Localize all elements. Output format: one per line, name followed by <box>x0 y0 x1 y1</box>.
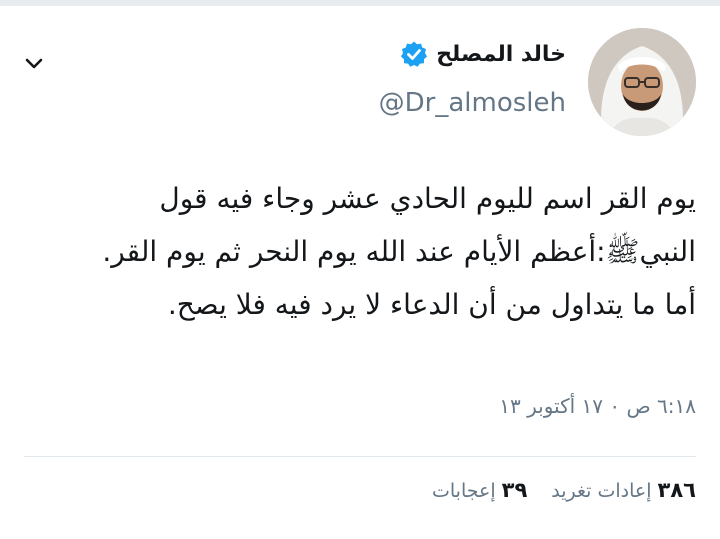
retweets-stat[interactable]: ٣٨٦ إعادات تغريد <box>551 478 696 502</box>
avatar[interactable] <box>588 28 696 136</box>
likes-stat[interactable]: ٣٩ إعجابات <box>432 478 527 502</box>
tweet-timestamp[interactable]: ٦:١٨ ص ٠ ١٧ أكتوبر ١٣ <box>499 394 696 418</box>
chevron-down-icon <box>25 58 43 69</box>
likes-count: ٣٩ <box>501 478 528 502</box>
retweets-count: ٣٨٦ <box>657 478 696 502</box>
tweet-paragraph: أما ما يتداول من أن الدعاء لا يرد فيه فل… <box>167 288 696 321</box>
tweet-text: يوم القر اسم لليوم الحادي عشر وجاء فيه ق… <box>76 172 696 331</box>
likes-label: إعجابات <box>431 480 496 502</box>
tweet-menu-button[interactable] <box>18 48 50 80</box>
verified-badge-icon <box>401 41 428 67</box>
tweet-paragraph: يوم القر اسم لليوم الحادي عشر وجاء فيه ق… <box>102 182 696 268</box>
author-handle[interactable]: @Dr_almosleh <box>379 88 566 118</box>
author-name-row[interactable]: خالد المصلح <box>400 40 566 68</box>
author-display-name[interactable]: خالد المصلح <box>436 42 566 67</box>
tweet-card: خالد المصلح @Dr_almosleh يوم القر اسم لل… <box>0 6 720 539</box>
tweet-stats: ٣٨٦ إعادات تغريد ٣٩ إعجابات <box>432 478 696 502</box>
avatar-image <box>588 28 696 136</box>
retweets-label: إعادات تغريد <box>551 480 652 502</box>
divider <box>24 456 696 457</box>
